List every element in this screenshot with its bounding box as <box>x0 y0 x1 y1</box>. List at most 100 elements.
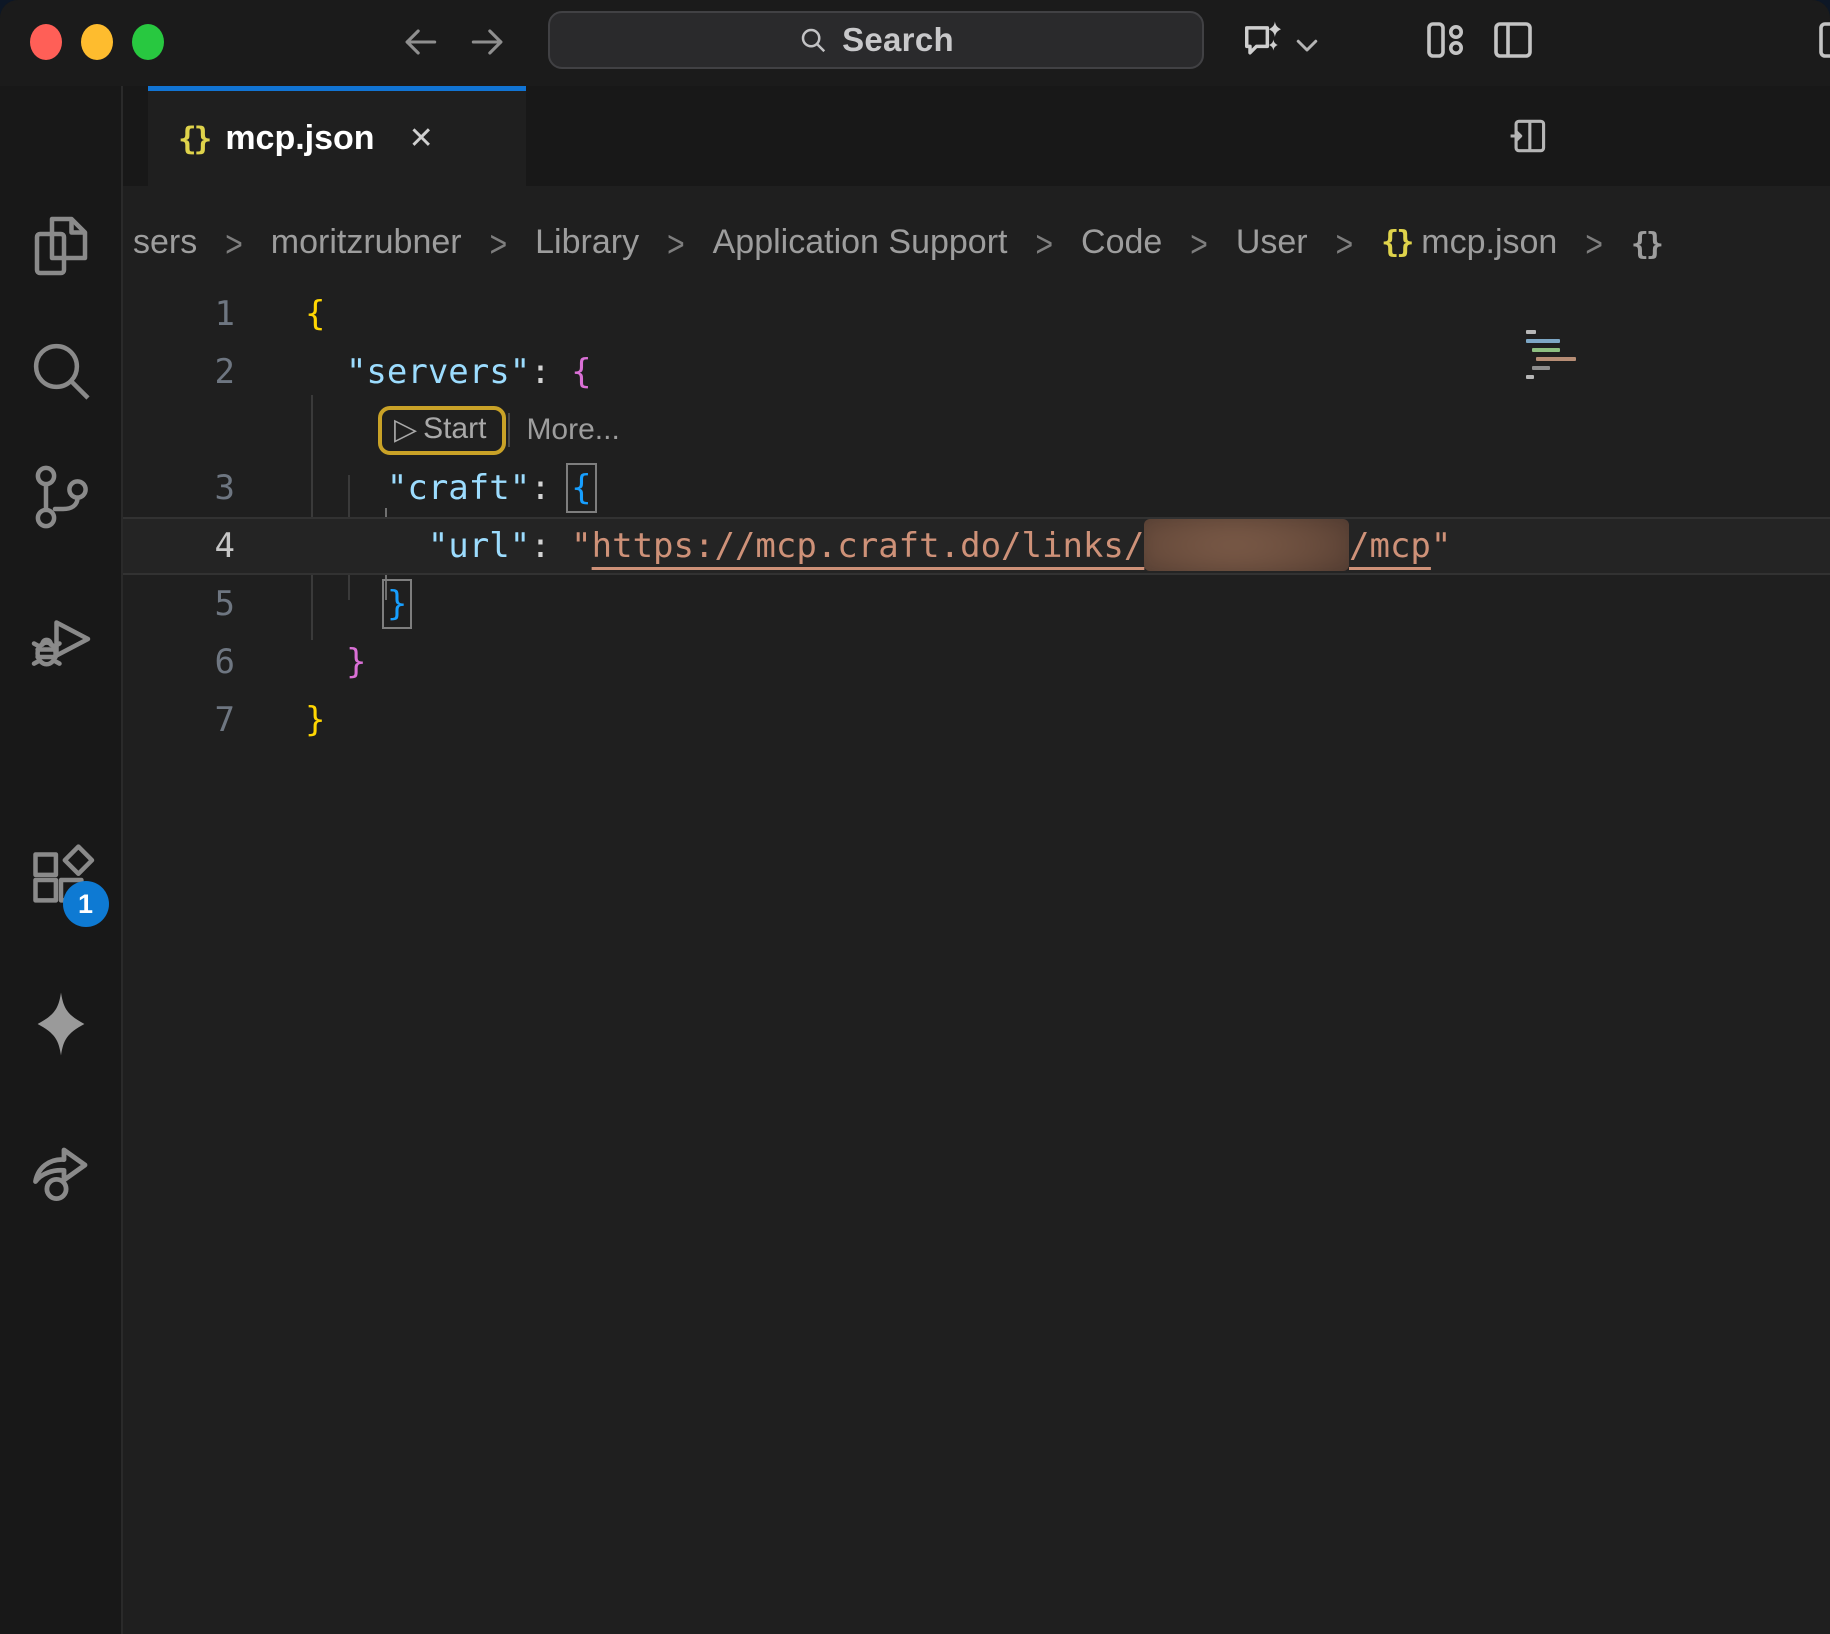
close-window-button[interactable] <box>30 24 62 60</box>
extensions-icon[interactable]: 1 <box>25 841 97 913</box>
code-token: "craft" <box>387 468 530 508</box>
titlebar: Search <box>0 0 1830 86</box>
code-token <box>305 526 428 566</box>
breadcrumb-item[interactable]: {} mcp.json <box>1381 223 1557 262</box>
line-number[interactable]: 3 <box>123 459 235 517</box>
search-view-icon[interactable] <box>25 335 97 407</box>
zoom-window-button[interactable] <box>132 24 164 60</box>
source-control-icon[interactable] <box>25 461 97 533</box>
line-number[interactable]: 6 <box>123 633 235 691</box>
screen: { "titlebar": { "search_placeholder": "S… <box>0 0 1830 1634</box>
json-file-icon: {} <box>178 121 209 157</box>
code-token: "url" <box>428 526 530 566</box>
line-number[interactable]: 7 <box>123 691 235 749</box>
activity-bar: 1 <box>0 86 123 1634</box>
json-file-icon: {} <box>1381 225 1411 260</box>
breadcrumb-label: mcp.json <box>1421 223 1557 262</box>
breadcrumb-item[interactable]: Application Support <box>713 223 1008 262</box>
code-token <box>305 468 387 508</box>
code-line-7[interactable]: 7} <box>123 691 1830 749</box>
breadcrumb-item[interactable]: moritzrubner <box>271 223 462 262</box>
code-token <box>305 352 346 392</box>
breadcrumb-separator: > <box>667 224 685 267</box>
breadcrumb-label: User <box>1236 223 1308 262</box>
chat-sparkle-icon[interactable] <box>25 988 97 1060</box>
code-token: : <box>530 526 550 566</box>
code-line-1[interactable]: 1{ <box>123 285 1830 343</box>
code-token: /mcp <box>1349 526 1431 566</box>
code-line-4[interactable]: 4 "url": " https://mcp.craft.do/links/ /mc… <box>123 517 1830 575</box>
chevron-down-icon[interactable] <box>1292 30 1322 60</box>
codelens-more-link[interactable]: More... <box>526 413 619 447</box>
code-line-6[interactable]: 6 } <box>123 633 1830 691</box>
code-lines: 1{2 "servers": {▷StartMore...3 "craft": … <box>123 285 1830 749</box>
breadcrumb-separator: > <box>490 224 508 267</box>
tab-close-icon[interactable]: ✕ <box>409 121 434 156</box>
code-token: "servers" <box>346 352 530 392</box>
vscode-window: Search <box>0 0 1830 1634</box>
line-text: } <box>235 691 325 749</box>
code-token: https://mcp.craft.do/links/ <box>592 526 1145 566</box>
minimize-window-button[interactable] <box>81 24 113 60</box>
tab-mcp-json[interactable]: {} mcp.json ✕ <box>148 86 526 186</box>
tab-title: mcp.json <box>225 119 374 158</box>
line-text: } <box>235 633 366 691</box>
run-and-debug-icon[interactable] <box>25 603 97 675</box>
code-token: " <box>1431 526 1451 566</box>
code-token: } <box>346 642 366 682</box>
breadcrumb-item[interactable]: User <box>1236 223 1308 262</box>
line-number[interactable]: 4 <box>123 517 235 575</box>
code-line-5[interactable]: 5 } <box>123 575 1830 633</box>
codelens-start-button[interactable]: ▷Start <box>378 406 506 455</box>
toggle-panel-layout-icon[interactable] <box>1489 16 1537 64</box>
line-number[interactable]: 5 <box>123 575 235 633</box>
codelens-separator <box>508 413 510 447</box>
breadcrumb-item[interactable]: Library <box>535 223 639 262</box>
code-token: { <box>305 294 325 334</box>
code-token <box>305 642 346 682</box>
command-center-search[interactable]: Search <box>548 11 1204 69</box>
search-label: Search <box>842 21 954 59</box>
codelens-row: ▷Start More... <box>123 401 1830 459</box>
line-text: "servers": { <box>235 343 592 401</box>
line-number[interactable]: 2 <box>123 343 235 401</box>
tab-bar: {} mcp.json ✕ <box>123 86 1830 186</box>
json-file-icon: {} <box>1631 227 1661 262</box>
extensions-badge: 1 <box>63 881 109 927</box>
navigate-back-icon[interactable] <box>398 20 442 64</box>
code-token: { <box>571 352 591 392</box>
breadcrumb-item[interactable]: sers <box>133 223 197 262</box>
breadcrumb: sers > moritzrubner > Library > Application Su… <box>123 186 1830 270</box>
codelens-start-label: Start <box>423 412 486 446</box>
breadcrumb-separator: > <box>225 224 243 267</box>
clipped-toolbar-icon[interactable] <box>1814 16 1830 64</box>
line-text: "craft": { <box>235 459 592 517</box>
breadcrumb-separator: > <box>1336 224 1354 267</box>
explorer-icon[interactable] <box>25 210 97 282</box>
breadcrumb-label: sers <box>133 223 197 262</box>
customize-layout-icon[interactable] <box>1421 16 1469 64</box>
breadcrumb-separator: > <box>1035 224 1053 267</box>
breadcrumb-separator: > <box>1190 224 1208 267</box>
copilot-chat-icon[interactable] <box>1237 16 1289 68</box>
breadcrumb-item[interactable]: Code <box>1081 223 1162 262</box>
breadcrumb-item[interactable]: {} <box>1631 227 1661 262</box>
editor-area: {} mcp.json ✕ sers > moritzrubner > Library >… <box>123 86 1830 1634</box>
code-token <box>551 352 571 392</box>
navigate-forward-icon[interactable] <box>466 20 510 64</box>
code-line-3[interactable]: 3 "craft": { <box>123 459 1830 517</box>
play-icon: ▷ <box>394 412 417 447</box>
breadcrumb-label: moritzrubner <box>271 223 462 262</box>
breadcrumb-label: Code <box>1081 223 1162 262</box>
code-line-2[interactable]: 2 "servers": { <box>123 343 1830 401</box>
split-editor-icon[interactable] <box>1506 114 1550 158</box>
code-token: } <box>305 700 325 740</box>
code-editor[interactable]: 1{2 "servers": {▷StartMore...3 "craft": … <box>123 270 1830 1634</box>
code-token: } <box>387 584 407 624</box>
code-token: { <box>571 468 591 508</box>
line-number[interactable]: 1 <box>123 285 235 343</box>
redacted-text <box>1144 519 1349 571</box>
breadcrumb-separator: > <box>1585 224 1603 267</box>
share-icon[interactable] <box>25 1138 97 1210</box>
code-token <box>551 526 571 566</box>
